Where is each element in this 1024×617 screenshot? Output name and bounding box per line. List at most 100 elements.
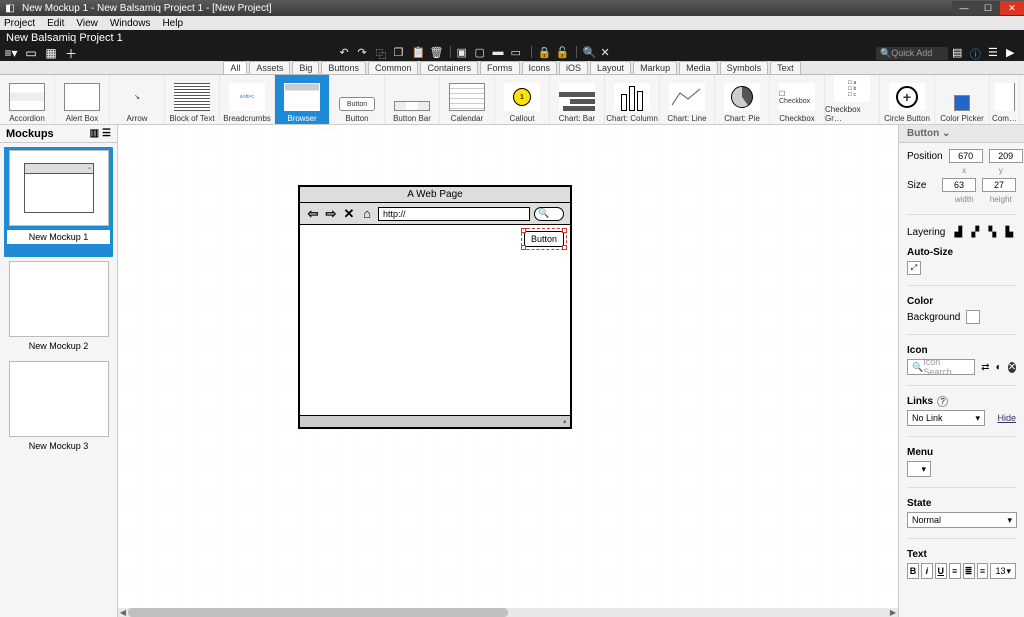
window-minimize-button[interactable]: — [952,1,976,15]
tab-big[interactable]: Big [292,61,319,74]
properties-header[interactable]: Button ⌄ [899,125,1024,143]
stop-icon[interactable]: ✕ [342,207,356,221]
tab-containers[interactable]: Containers [420,61,478,74]
menu-icon[interactable]: ≡▾ [4,46,18,60]
tab-common[interactable]: Common [368,61,419,74]
quick-add-input[interactable]: 🔍 Quick Add [876,47,948,60]
tab-layout[interactable]: Layout [590,61,631,74]
autosize-button[interactable]: ⤢ [907,261,921,275]
mockups-list-icon[interactable]: ☰ [102,128,111,139]
tab-all[interactable]: All [223,61,247,74]
library-item-alert-box[interactable]: Alert Box [55,75,110,125]
tab-symbols[interactable]: Symbols [720,61,769,74]
unlock-icon[interactable]: 🔓 [556,46,570,60]
menu-view[interactable]: View [76,18,98,29]
library-item-arrow[interactable]: ↘Arrow [110,75,165,125]
underline-button[interactable]: U [935,563,947,579]
add-mockup-icon[interactable]: ＋ [64,46,78,60]
mockup-item-3[interactable]: New Mockup 3 [4,361,113,451]
align-center-button[interactable]: ≣ [963,563,975,579]
group-icon[interactable]: ▣ [457,46,471,60]
send-backward-icon[interactable]: ▚ [985,225,999,239]
canvas[interactable]: A Web Page ⇦ ⇨ ✕ ⌂ http:// 🔍 Button ⸗ [118,125,898,617]
font-size-select[interactable]: 13▾ [990,563,1016,579]
info-icon[interactable]: ⓘ [970,46,984,60]
position-y-input[interactable] [989,149,1023,163]
fit-icon[interactable]: ✕ [601,46,615,60]
copy-icon[interactable]: ❐ [394,46,408,60]
view-thumbnails-icon[interactable]: ▭ [24,46,38,60]
library-item-checkbox[interactable]: ☐ CheckboxCheckbox [770,75,825,125]
mock-browser-window[interactable]: A Web Page ⇦ ⇨ ✕ ⌂ http:// 🔍 Button ⸗ [298,185,572,429]
scroll-right-icon[interactable]: ▶ [888,608,898,617]
size-w-input[interactable] [942,178,976,192]
library-item-block-of-text[interactable]: Block of Text [165,75,220,125]
library-item-button-bar[interactable]: Button Bar [385,75,440,125]
scroll-left-icon[interactable]: ◀ [118,608,128,617]
bold-button[interactable]: B [907,563,919,579]
library-toggle-icon[interactable]: ▤ [952,46,966,60]
send-back-icon[interactable]: ▭ [511,46,525,60]
menu-help[interactable]: Help [162,18,183,29]
delete-icon[interactable]: 🗑 [430,46,444,60]
menu-windows[interactable]: Windows [110,18,151,29]
library-item-button[interactable]: ButtonButton [330,75,385,125]
mock-button-control[interactable]: Button [524,231,564,247]
lock-icon[interactable]: 🔒 [538,46,552,60]
mock-search-field[interactable]: 🔍 [534,207,564,221]
icon-browse-icon[interactable]: ◐ [996,362,1002,373]
bring-front-icon[interactable]: ▬ [493,46,507,60]
library-item-breadcrumbs[interactable]: a>b>cBreadcrumbs [220,75,275,125]
library-item-chart-bar[interactable]: Chart: Bar [550,75,605,125]
italic-button[interactable]: i [921,563,933,579]
library-item-checkbox-group[interactable]: ☐ a☐ b☐ cCheckbox Gr… [825,75,880,125]
tab-text[interactable]: Text [770,61,801,74]
background-color-swatch[interactable] [966,310,980,324]
library-item-chart-column[interactable]: Chart: Column [605,75,660,125]
library-item-callout[interactable]: 1Callout [495,75,550,125]
window-maximize-button[interactable]: ☐ [976,1,1000,15]
view-grid-icon[interactable]: ▦ [44,46,58,60]
tab-assets[interactable]: Assets [249,61,290,74]
bring-to-front-icon[interactable]: ▟ [951,225,965,239]
fullscreen-icon[interactable]: ▶ [1006,46,1020,60]
forward-icon[interactable]: ⇨ [324,207,338,221]
library-item-chart-line[interactable]: Chart: Line [660,75,715,125]
tab-markup[interactable]: Markup [633,61,677,74]
library-item-accordion[interactable]: Accordion [0,75,55,125]
redo-icon[interactable]: ↷ [358,46,372,60]
window-close-button[interactable]: ✕ [1000,1,1024,15]
mockup-item-2[interactable]: New Mockup 2 [4,261,113,351]
library-item-chart-pie[interactable]: Chart: Pie [715,75,770,125]
align-right-button[interactable]: ≡ [977,563,989,579]
tab-forms[interactable]: Forms [480,61,520,74]
icon-search-input[interactable]: 🔍 Icon Search [907,359,975,375]
send-to-back-icon[interactable]: ▙ [1002,225,1016,239]
menu-edit[interactable]: Edit [47,18,64,29]
paste-icon[interactable]: 📋 [412,46,426,60]
tab-icons[interactable]: Icons [522,61,558,74]
icon-size-icon[interactable]: ⇄ [981,362,989,373]
align-left-button[interactable]: ≡ [949,563,961,579]
icon-clear-icon[interactable]: ✕ [1008,362,1016,373]
canvas-horizontal-scrollbar[interactable]: ◀ ▶ [118,608,898,617]
state-select[interactable]: Normal▾ [907,512,1017,528]
links-select[interactable]: No Link▾ [907,410,985,426]
ungroup-icon[interactable]: ▢ [475,46,489,60]
tab-media[interactable]: Media [679,61,718,74]
properties-icon[interactable]: ☰ [988,46,1002,60]
undo-icon[interactable]: ↶ [340,46,354,60]
library-item-color-picker[interactable]: Color Picker [935,75,990,125]
library-item-browser[interactable]: Browser [275,75,330,125]
position-x-input[interactable] [949,149,983,163]
hide-link[interactable]: Hide [997,413,1016,423]
mockup-item-1[interactable]: ▫ New Mockup 1 [4,147,113,257]
zoom-icon[interactable]: 🔍 [583,46,597,60]
mock-url-field[interactable]: http:// [378,207,530,221]
back-icon[interactable]: ⇦ [306,207,320,221]
home-icon[interactable]: ⌂ [360,207,374,221]
menu-select[interactable]: ▾ [907,461,931,477]
library-item-circle-button[interactable]: +Circle Button [880,75,935,125]
bring-forward-icon[interactable]: ▞ [968,225,982,239]
links-help-icon[interactable]: ? [937,396,948,407]
